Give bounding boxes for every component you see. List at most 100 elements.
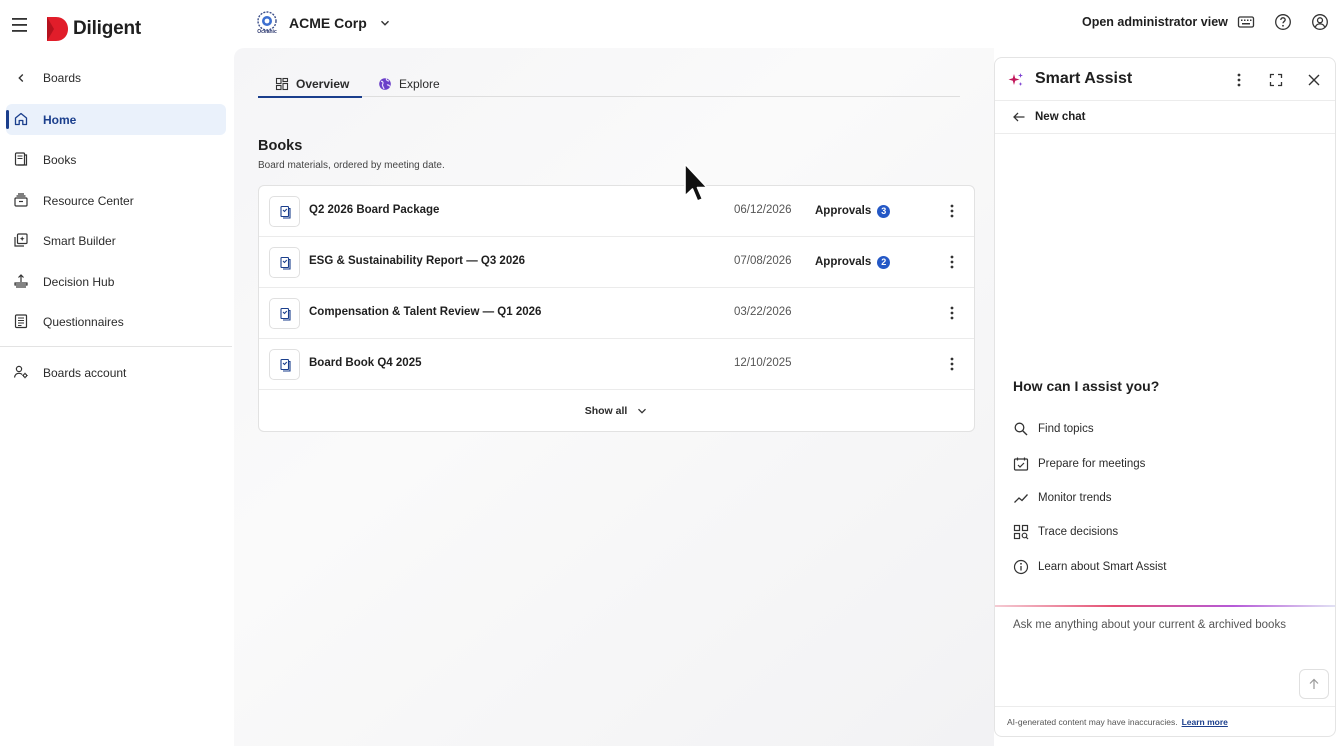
smart-assist-header: Smart Assist	[995, 58, 1335, 101]
book-row[interactable]: ESG & Sustainability Report — Q3 2026 07…	[259, 237, 974, 288]
learn-more-link[interactable]: Learn more	[1182, 717, 1228, 727]
sidebar: Boards Home Books Resource Center Smart …	[0, 48, 234, 746]
sidebar-item-questionnaires[interactable]: Questionnaires	[6, 306, 226, 337]
org-name: ACME Corp	[289, 15, 367, 31]
top-bar: Diligent Oceanic ACME Corp Open administ…	[0, 0, 1344, 48]
show-all-button[interactable]: Show all	[259, 390, 974, 431]
books-section-title: Books	[258, 138, 303, 154]
tab-overview-label: Overview	[296, 76, 350, 91]
book-date: 03/22/2026	[734, 306, 792, 318]
sidebar-item-label: Smart Builder	[43, 233, 116, 248]
show-all-label: Show all	[584, 405, 628, 417]
tab-explore-label: Explore	[399, 76, 440, 91]
more-options-icon[interactable]	[943, 202, 961, 220]
book-title[interactable]: Q2 2026 Board Package	[309, 204, 439, 216]
book-document-icon	[269, 298, 300, 329]
ai-disclaimer-text: AI-generated content may have inaccuraci…	[1007, 717, 1178, 727]
trace-grid-icon	[1013, 524, 1029, 540]
arrow-left-icon	[1013, 112, 1025, 122]
expand-icon[interactable]	[1267, 71, 1285, 89]
books-list-card: Q2 2026 Board Package 06/12/2026 Approva…	[258, 185, 975, 432]
more-options-icon[interactable]	[943, 304, 961, 322]
sidebar-divider	[0, 346, 232, 347]
book-document-icon	[269, 196, 300, 227]
book-title[interactable]: Board Book Q4 2025	[309, 357, 421, 369]
search-icon	[1014, 422, 1028, 436]
help-icon[interactable]	[1274, 13, 1292, 31]
sidebar-item-label: Decision Hub	[43, 274, 115, 289]
sidebar-item-label: Boards account	[43, 365, 127, 380]
approvals-indicator[interactable]: Approvals 3	[815, 202, 891, 220]
sidebar-item-label: Books	[43, 152, 77, 167]
suggestion-trace-decisions[interactable]: Trace decisions	[1013, 522, 1118, 542]
diligent-logo-mark-icon	[47, 17, 68, 41]
sidebar-item-boards-account[interactable]: Boards account	[6, 357, 226, 388]
book-document-icon	[269, 247, 300, 278]
approvals-label: Approvals	[815, 256, 872, 268]
suggestion-find-topics[interactable]: Find topics	[1013, 419, 1094, 439]
suggestion-label: Learn about Smart Assist	[1038, 561, 1167, 573]
suggestion-learn-about-smart-assist[interactable]: Learn about Smart Assist	[1013, 557, 1166, 577]
chevron-down-icon	[380, 20, 389, 26]
books-section-subtitle: Board materials, ordered by meeting date…	[258, 160, 445, 171]
overview-grid-icon	[275, 77, 289, 90]
sidebar-item-home[interactable]: Home	[6, 104, 226, 135]
mouse-pointer-icon	[684, 163, 708, 202]
more-options-icon[interactable]	[1230, 71, 1248, 89]
suggestion-label: Monitor trends	[1038, 492, 1112, 504]
tab-overview[interactable]: Overview	[258, 70, 362, 98]
resource-center-icon	[14, 193, 28, 207]
sidebar-item-label: Questionnaires	[43, 314, 124, 329]
tab-explore[interactable]: Explore	[378, 70, 448, 97]
new-chat-label: New chat	[1035, 111, 1086, 123]
more-options-icon[interactable]	[943, 355, 961, 373]
trend-line-icon	[1014, 494, 1028, 503]
chevron-down-icon	[638, 408, 647, 414]
account-icon[interactable]	[1311, 13, 1329, 31]
org-logo-text: Oceanic	[257, 29, 277, 35]
main-content: Overview Explore Books Board materials, …	[234, 48, 994, 746]
new-chat-button[interactable]: New chat	[995, 101, 1335, 134]
suggestion-prepare-for-meetings[interactable]: Prepare for meetings	[1013, 454, 1145, 474]
decision-hub-icon	[14, 274, 28, 288]
book-row[interactable]: Compensation & Talent Review — Q1 2026 0…	[259, 288, 974, 339]
book-date: 12/10/2025	[734, 357, 792, 369]
open-administrator-view-link[interactable]: Open administrator view	[1082, 15, 1228, 29]
approvals-label: Approvals	[815, 205, 872, 217]
suggestion-monitor-trends[interactable]: Monitor trends	[1013, 488, 1112, 508]
books-icon	[14, 152, 28, 166]
book-title[interactable]: Compensation & Talent Review — Q1 2026	[309, 306, 541, 318]
sidebar-back-label: Boards	[43, 71, 82, 85]
keyboard-icon[interactable]	[1237, 13, 1255, 31]
book-date: 06/12/2026	[734, 204, 792, 216]
smart-assist-input[interactable]	[1005, 609, 1325, 701]
sidebar-item-books[interactable]: Books	[6, 144, 226, 175]
calendar-check-icon	[1013, 457, 1029, 471]
hamburger-menu-icon[interactable]	[11, 18, 31, 32]
book-row[interactable]: Q2 2026 Board Package 06/12/2026 Approva…	[259, 186, 974, 237]
smart-assist-title: Smart Assist	[1035, 70, 1133, 87]
sidebar-item-decision-hub[interactable]: Decision Hub	[6, 266, 226, 297]
book-title[interactable]: ESG & Sustainability Report — Q3 2026	[309, 255, 525, 267]
sparkle-icon	[1008, 73, 1023, 86]
explore-globe-icon	[379, 77, 391, 90]
sidebar-item-smart-builder[interactable]: Smart Builder	[6, 225, 226, 256]
sidebar-item-resource-center[interactable]: Resource Center	[6, 185, 226, 216]
book-document-icon	[269, 349, 300, 380]
org-switcher[interactable]: Oceanic ACME Corp	[255, 9, 391, 37]
book-row[interactable]: Board Book Q4 2025 12/10/2025	[259, 339, 974, 390]
smart-builder-icon	[14, 233, 28, 247]
info-icon	[1013, 559, 1029, 575]
suggestion-label: Prepare for meetings	[1038, 458, 1146, 470]
send-arrow-up-icon[interactable]	[1299, 669, 1329, 699]
ai-disclaimer: AI-generated content may have inaccuraci…	[995, 706, 1335, 736]
approvals-count-badge: 2	[877, 255, 891, 269]
approvals-indicator[interactable]: Approvals 2	[815, 253, 891, 271]
book-date: 07/08/2026	[734, 255, 792, 267]
approvals-count-badge: 3	[877, 204, 891, 218]
sidebar-back-boards[interactable]: Boards	[0, 68, 234, 88]
close-icon[interactable]	[1305, 71, 1323, 89]
diligent-logo[interactable]: Diligent	[45, 16, 141, 42]
more-options-icon[interactable]	[943, 253, 961, 271]
smart-assist-panel: Smart Assist New chat How can I assist y…	[994, 57, 1336, 737]
